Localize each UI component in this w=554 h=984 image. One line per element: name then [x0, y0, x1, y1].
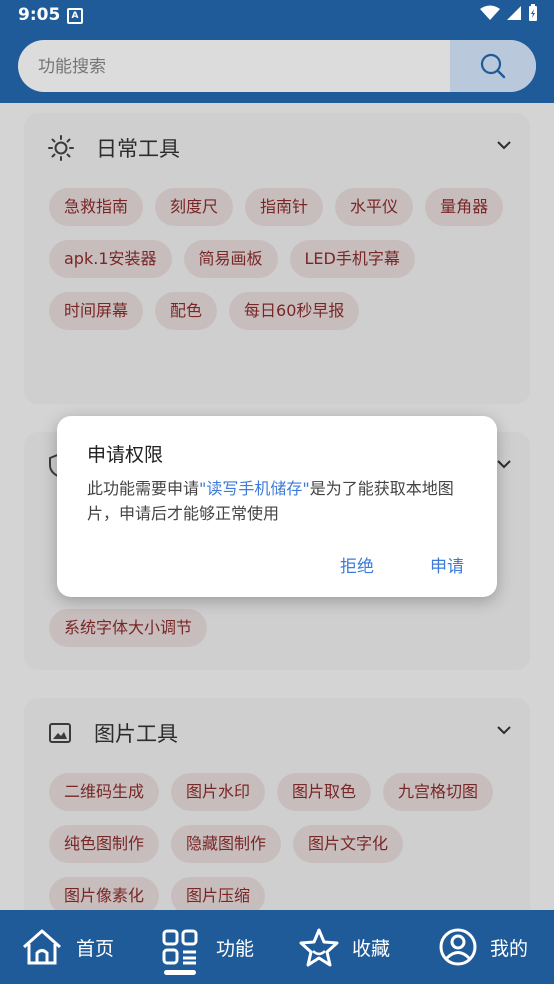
- wifi-icon: [480, 5, 500, 20]
- search-button[interactable]: [450, 40, 536, 92]
- deny-button[interactable]: 拒绝: [340, 552, 374, 577]
- nav-label: 首页: [76, 937, 115, 960]
- star-icon: [299, 928, 339, 967]
- battery-icon: [529, 4, 537, 21]
- active-tab-indicator: [164, 970, 196, 975]
- dialog-message: 此功能需要申请"读写手机储存"是为了能获取本地图片，申请后才能够正常使用: [87, 476, 477, 526]
- permission-dialog: 申请权限 此功能需要申请"读写手机储存"是为了能获取本地图片，申请后才能够正常使…: [57, 416, 497, 597]
- search-input[interactable]: [18, 40, 470, 92]
- status-icons: [480, 4, 538, 22]
- user-icon: [439, 928, 477, 966]
- nav-favorites[interactable]: 收藏: [298, 910, 390, 984]
- message-highlight: "读写手机储存": [199, 479, 310, 498]
- nav-label: 收藏: [352, 937, 391, 960]
- app-header: 9:05 A: [0, 0, 554, 103]
- nav-label: 我的: [490, 937, 529, 960]
- search-bar: [18, 40, 536, 92]
- status-bar: 9:05 A: [0, 0, 554, 30]
- nav-home[interactable]: 首页: [20, 910, 114, 984]
- nav-label: 功能: [216, 937, 255, 960]
- home-icon: [23, 929, 61, 965]
- signal-icon: [507, 6, 521, 20]
- notification-a-icon: A: [67, 8, 83, 24]
- grid-icon: [162, 929, 198, 965]
- message-text: 此功能需要申请: [87, 479, 200, 498]
- search-icon: [480, 53, 506, 79]
- nav-mine[interactable]: 我的: [438, 910, 528, 984]
- allow-button[interactable]: 申请: [430, 552, 464, 577]
- dialog-title: 申请权限: [87, 444, 164, 466]
- bottom-nav: 首页 功能 收藏 我的: [0, 910, 554, 984]
- status-time: 9:05: [18, 5, 61, 25]
